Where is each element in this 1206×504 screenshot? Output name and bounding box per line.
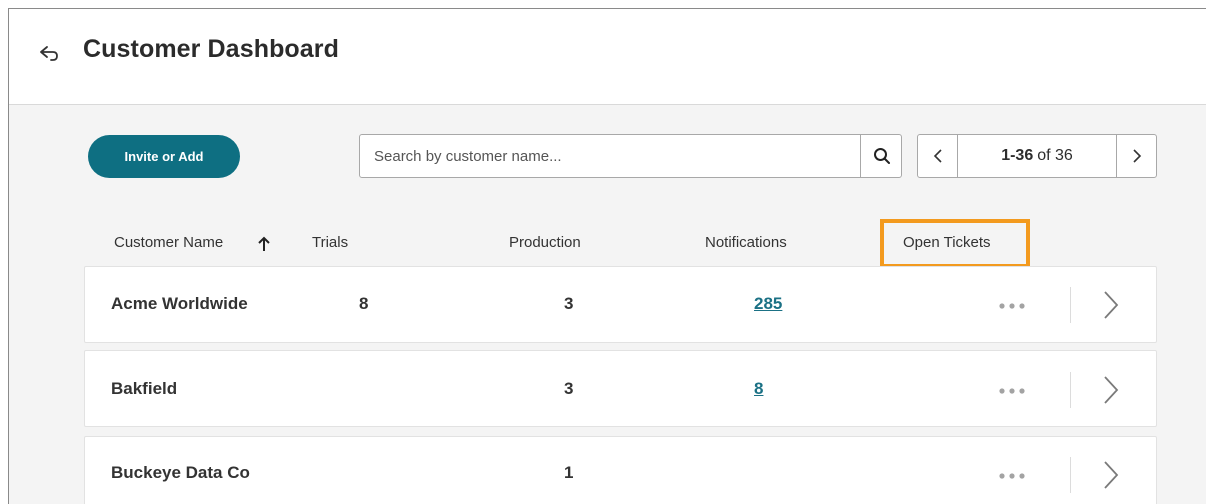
chevron-left-icon [933,149,942,163]
chevron-right-icon[interactable] [1102,290,1120,320]
row-divider [1070,372,1071,408]
production-value: 3 [564,379,574,398]
next-page-button[interactable] [1116,135,1156,177]
column-header-trials[interactable]: Trials [312,234,348,251]
page-total: of 36 [1037,147,1073,164]
search-box [359,134,902,178]
trials-value: 8 [359,294,369,313]
more-options-icon[interactable] [997,470,1027,482]
app-frame: Customer Dashboard Invite or Add 1-36 of… [8,8,1206,504]
search-button[interactable] [861,135,902,177]
page-header: Customer Dashboard [9,9,1206,105]
column-header-notifications[interactable]: Notifications [705,234,787,251]
customer-name: Buckeye Data Co [111,463,250,482]
production-value: 1 [564,463,574,482]
chevron-right-icon[interactable] [1102,375,1120,405]
open-tickets-highlight [880,219,1030,268]
page-range-value: 1-36 [1001,147,1034,164]
page-title: Customer Dashboard [83,35,340,63]
table-row[interactable]: Bakfield 3 8 [84,350,1157,427]
table-row[interactable]: Buckeye Data Co 1 [84,436,1157,504]
search-input[interactable] [360,135,860,177]
search-icon [873,148,890,164]
customer-name: Bakfield [111,379,178,398]
production-value: 3 [564,294,574,313]
pagination: 1-36 of 36 [917,134,1157,178]
customer-name: Acme Worldwide [111,294,248,313]
chevron-right-icon [1132,149,1141,163]
previous-page-button[interactable] [918,135,958,177]
table-row[interactable]: Acme Worldwide 8 3 285 [84,266,1157,343]
column-header-customer-name[interactable]: Customer Name [114,234,223,251]
notifications-link[interactable]: 8 [754,379,763,399]
notifications-link[interactable]: 285 [754,294,782,314]
chevron-right-icon[interactable] [1102,460,1120,490]
sort-ascending-icon[interactable] [258,236,270,252]
page-range: 1-36 of 36 [958,135,1116,177]
back-arrow-icon[interactable] [35,43,63,67]
more-options-icon[interactable] [997,385,1027,397]
column-header-production[interactable]: Production [509,234,581,251]
invite-or-add-button[interactable]: Invite or Add [88,135,240,178]
row-divider [1070,287,1071,323]
more-options-icon[interactable] [997,300,1027,312]
row-divider [1070,457,1071,493]
